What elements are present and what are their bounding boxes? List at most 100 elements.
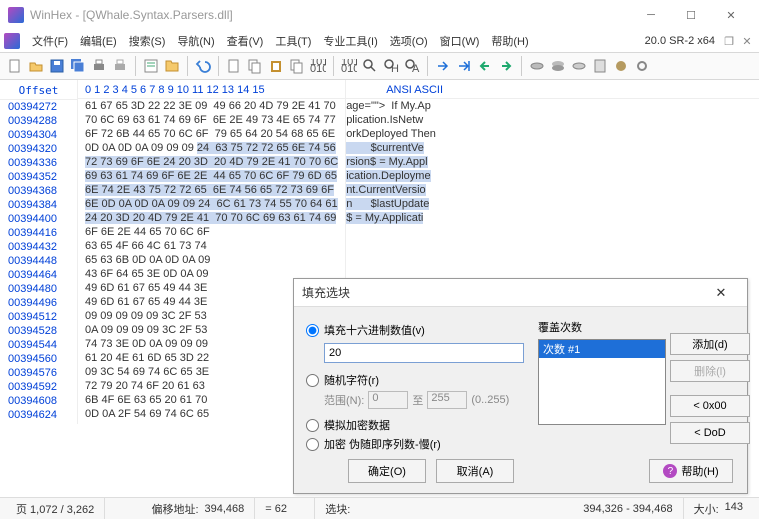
help-icon: ? bbox=[663, 464, 677, 478]
maximize-button[interactable]: ☐ bbox=[671, 1, 711, 29]
btn-dod[interactable]: < DoD bbox=[670, 422, 750, 444]
mdi-restore-icon[interactable]: ❐ bbox=[721, 33, 737, 49]
calc-icon[interactable] bbox=[591, 57, 609, 75]
dialog-titlebar[interactable]: 填充选块 ✕ bbox=[294, 279, 747, 307]
offset-cell: 00394592 bbox=[0, 380, 77, 394]
printer-icon[interactable] bbox=[111, 57, 129, 75]
bytes-row[interactable]: 24 20 3D 20 4D 79 2E 41 70 70 6C 69 63 6… bbox=[78, 211, 345, 225]
ascii-row[interactable]: plication.IsNetw bbox=[346, 113, 759, 127]
tool-icon[interactable] bbox=[633, 57, 651, 75]
goto2-icon[interactable] bbox=[455, 57, 473, 75]
offset-cell: 00394512 bbox=[0, 310, 77, 324]
radio-enc2[interactable]: 加密 伪随即序列数-慢(r) bbox=[306, 436, 524, 452]
range-from-input[interactable]: 0 bbox=[368, 391, 408, 409]
offset-cell: 00394288 bbox=[0, 114, 77, 128]
menu-pro[interactable]: 专业工具(I) bbox=[317, 31, 383, 51]
menu-view[interactable]: 查看(V) bbox=[221, 31, 270, 51]
minimize-button[interactable]: ─ bbox=[631, 1, 671, 29]
bytes-row[interactable]: 6E 74 2E 43 75 72 72 65 6E 74 56 65 72 7… bbox=[78, 183, 345, 197]
ascii-row[interactable]: nt.CurrentVersio bbox=[346, 183, 759, 197]
bytes-row[interactable]: 69 63 61 74 69 6F 6E 2E 44 65 70 6C 6F 7… bbox=[78, 169, 345, 183]
dialog-close-icon[interactable]: ✕ bbox=[703, 285, 739, 301]
offset-cell: 00394368 bbox=[0, 184, 77, 198]
hex-value-input[interactable] bbox=[324, 343, 524, 363]
status-eq: = 62 bbox=[255, 498, 315, 519]
ascii-row[interactable]: ication.Deployme bbox=[346, 169, 759, 183]
offset-cell: 00394464 bbox=[0, 268, 77, 282]
bytes-row[interactable]: 0D 0A 0D 0A 09 09 09 24 63 75 72 72 65 6… bbox=[78, 141, 345, 155]
new-icon[interactable] bbox=[6, 57, 24, 75]
ascii-row[interactable]: orkDeployed Then bbox=[346, 127, 759, 141]
save-icon[interactable] bbox=[48, 57, 66, 75]
bytes-row[interactable]: 70 6C 69 63 61 74 69 6F 6E 2E 49 73 4E 6… bbox=[78, 113, 345, 127]
offset-cell: 00394400 bbox=[0, 212, 77, 226]
bytes-row[interactable]: 6F 6E 2E 44 65 70 6C 6F bbox=[78, 225, 345, 239]
disk2-icon[interactable] bbox=[549, 57, 567, 75]
window-title: WinHex - [QWhale.Syntax.Parsers.dll] bbox=[30, 8, 631, 22]
offset-cell: 00394528 bbox=[0, 324, 77, 338]
menu-tools[interactable]: 工具(T) bbox=[269, 31, 317, 51]
gear-icon[interactable] bbox=[612, 57, 630, 75]
paste2-icon[interactable] bbox=[288, 57, 306, 75]
overwrite-list[interactable]: 次数 #1 bbox=[538, 339, 666, 425]
paste-icon[interactable] bbox=[267, 57, 285, 75]
disk3-icon[interactable] bbox=[570, 57, 588, 75]
offset-cell: 00394480 bbox=[0, 282, 77, 296]
menu-options[interactable]: 选项(O) bbox=[384, 31, 434, 51]
radio-random[interactable]: 随机字符(r) bbox=[306, 372, 524, 388]
ascii-row[interactable] bbox=[346, 251, 759, 253]
copy-icon[interactable] bbox=[246, 57, 264, 75]
findtext-icon[interactable]: A bbox=[403, 57, 421, 75]
ascii-row[interactable]: n $lastUpdate bbox=[346, 197, 759, 211]
cancel-button[interactable]: 取消(A) bbox=[436, 459, 514, 483]
bytes-row[interactable]: 6E 0D 0A 0D 0A 09 09 24 6C 61 73 74 55 7… bbox=[78, 197, 345, 211]
radio-hex[interactable]: 填充十六进制数值(v) bbox=[306, 322, 524, 338]
mdi-close-icon[interactable]: ✕ bbox=[739, 33, 755, 49]
btn-0x00[interactable]: < 0x00 bbox=[670, 395, 750, 417]
toolbar: 101010 101010 H A bbox=[0, 52, 759, 80]
findhex-icon[interactable]: H bbox=[382, 57, 400, 75]
offset-cell: 00394544 bbox=[0, 338, 77, 352]
overwrite-label: 覆盖次数 bbox=[538, 319, 666, 335]
add-button[interactable]: 添加(d) bbox=[670, 333, 750, 355]
range-to-input[interactable]: 255 bbox=[427, 391, 467, 409]
bytes-row[interactable]: 61 67 65 3D 22 22 3E 09 49 66 20 4D 79 2… bbox=[78, 99, 345, 113]
help-button[interactable]: ?帮助(H) bbox=[649, 459, 733, 483]
ascii-row[interactable]: age=""> If My.Ap bbox=[346, 99, 759, 113]
cut-icon[interactable] bbox=[225, 57, 243, 75]
ascii-row[interactable]: $currentVe bbox=[346, 141, 759, 155]
radio-enc[interactable]: 模拟加密数据 bbox=[306, 417, 524, 433]
hex101-icon[interactable]: 101010 bbox=[309, 57, 327, 75]
offset-cell: 00394304 bbox=[0, 128, 77, 142]
close-button[interactable]: ✕ bbox=[711, 1, 751, 29]
offset-cell: 00394352 bbox=[0, 170, 77, 184]
bytes-row[interactable]: 65 63 6B 0D 0A 0D 0A 09 bbox=[78, 253, 345, 267]
ascii-row[interactable]: $ = My.Applicati bbox=[346, 211, 759, 225]
hex101b-icon[interactable]: 101010 bbox=[340, 57, 358, 75]
bytes-row[interactable]: 6F 72 6B 44 65 70 6C 6F 79 65 64 20 54 6… bbox=[78, 127, 345, 141]
find-icon[interactable] bbox=[361, 57, 379, 75]
ok-button[interactable]: 确定(O) bbox=[348, 459, 426, 483]
menu-window[interactable]: 窗口(W) bbox=[434, 31, 486, 51]
prop-icon[interactable] bbox=[142, 57, 160, 75]
goto-icon[interactable] bbox=[434, 57, 452, 75]
menu-help[interactable]: 帮助(H) bbox=[485, 31, 534, 51]
undo-icon[interactable] bbox=[194, 57, 212, 75]
menu-nav[interactable]: 导航(N) bbox=[171, 31, 220, 51]
forward-icon[interactable] bbox=[497, 57, 515, 75]
disk-icon[interactable] bbox=[528, 57, 546, 75]
ascii-row[interactable]: rsion$ = My.Appl bbox=[346, 155, 759, 169]
menu-file[interactable]: 文件(F) bbox=[26, 31, 74, 51]
bytes-row[interactable]: 72 73 69 6F 6E 24 20 3D 20 4D 79 2E 41 7… bbox=[78, 155, 345, 169]
menu-icon bbox=[4, 33, 20, 49]
file-icon[interactable] bbox=[163, 57, 181, 75]
bytes-row[interactable]: 63 65 4F 66 4C 61 73 74 bbox=[78, 239, 345, 253]
print-icon[interactable] bbox=[90, 57, 108, 75]
saveall-icon[interactable] bbox=[69, 57, 87, 75]
status-size: 143 bbox=[725, 501, 743, 517]
list-item[interactable]: 次数 #1 bbox=[539, 340, 665, 358]
back-icon[interactable] bbox=[476, 57, 494, 75]
menu-edit[interactable]: 编辑(E) bbox=[74, 31, 123, 51]
open-icon[interactable] bbox=[27, 57, 45, 75]
menu-search[interactable]: 搜索(S) bbox=[123, 31, 172, 51]
